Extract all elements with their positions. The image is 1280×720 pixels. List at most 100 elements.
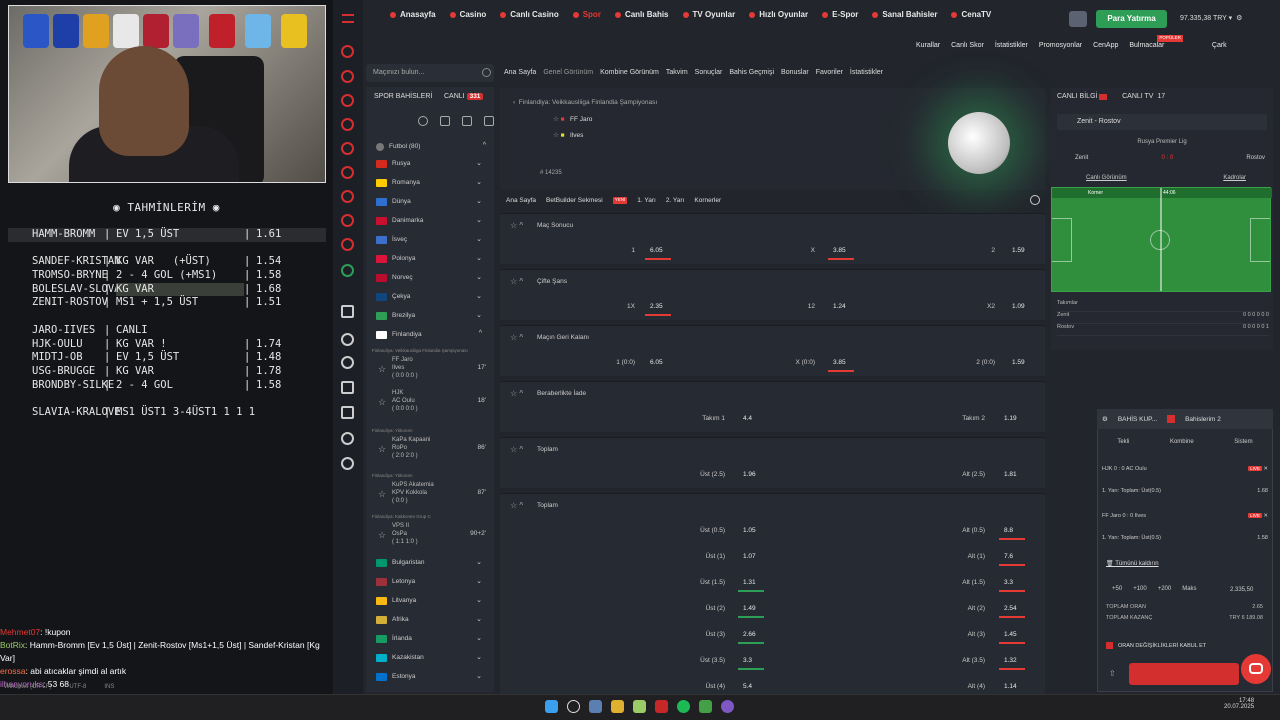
country-item[interactable]: Danimarka ⌄ (376, 211, 486, 230)
match-tab[interactable]: 1. Yarı (637, 197, 656, 204)
app-icon[interactable] (655, 700, 668, 713)
odds-button[interactable]: 1.96 (743, 471, 756, 478)
sport-icon[interactable] (341, 238, 354, 251)
market-title[interactable]: Toplam (500, 438, 1045, 462)
live-game[interactable]: Finlandiya: Ykkonen ☆ 86' KaPa Kapaani RoPo (… (372, 428, 490, 460)
sport-icon[interactable] (341, 432, 354, 445)
sports-tab[interactable]: İstatistikler (850, 69, 883, 76)
sport-icon[interactable] (341, 457, 354, 470)
globe-icon[interactable] (418, 116, 428, 126)
live-match-select[interactable]: Zenit - Rostov (1057, 114, 1267, 130)
odds-button[interactable]: 2.54 (1004, 605, 1017, 612)
sport-icon[interactable] (341, 166, 354, 179)
odds-button[interactable]: 2.66 (743, 631, 756, 638)
sport-icon[interactable] (341, 305, 354, 318)
odds-button[interactable]: 2.35 (650, 303, 663, 310)
deposit-button[interactable]: Para Yatırma (1096, 10, 1167, 28)
live-tab[interactable]: CANLI 331 (444, 93, 484, 100)
close-icon[interactable]: ✕ (1262, 466, 1268, 472)
menu-icon[interactable] (342, 14, 354, 23)
stake-chip[interactable]: +50 (1112, 586, 1122, 592)
country-item[interactable]: Afrika ⌄ (376, 610, 486, 629)
stake-chip[interactable]: Maks (1182, 586, 1196, 592)
sport-icon[interactable] (341, 406, 354, 419)
live-tv-tab[interactable]: CANLI TV 17 (1122, 93, 1165, 100)
odds-button[interactable]: 1.24 (833, 303, 846, 310)
messages-icon[interactable] (1069, 11, 1087, 27)
country-item[interactable]: Litvanya ⌄ (376, 591, 486, 610)
my-bets-tab[interactable]: Bahislerim 2 (1185, 416, 1221, 423)
country-item[interactable]: Letonya ⌄ (376, 572, 486, 591)
market-title[interactable]: Maçın Geri Kalanı (500, 326, 1045, 350)
gear-icon[interactable]: ⚙ (1102, 415, 1108, 423)
nav-item[interactable]: E-Spor (822, 10, 858, 19)
country-item[interactable]: Estonya ⌄ (376, 667, 486, 686)
stake-input[interactable]: 2.335,50 (1230, 587, 1253, 593)
stake-chip[interactable]: +200 (1158, 586, 1172, 592)
app-icon[interactable] (589, 700, 602, 713)
sport-icon[interactable] (341, 356, 354, 369)
sports-tab[interactable]: Favoriler (816, 69, 843, 76)
match-search-input[interactable]: Maçınızı bulun... (366, 64, 494, 82)
odds-button[interactable]: 1.14 (1004, 683, 1017, 690)
live-game[interactable]: ☆ 18' HJK AC Oulu ( 0:0 0:0 ) (372, 389, 490, 413)
app-icon[interactable] (721, 700, 734, 713)
country-item[interactable]: İsveç ⌄ (376, 230, 486, 249)
breadcrumb[interactable]: ‹ Finlandiya: Veikkausliiga Finlandia Şa… (513, 99, 657, 106)
place-bet-button[interactable] (1129, 663, 1239, 685)
sports-tab[interactable]: Ana Sayfa (504, 69, 536, 76)
odds-button[interactable]: 3.85 (833, 247, 846, 254)
match-tab[interactable]: Ana Sayfa (506, 197, 536, 204)
odds-button[interactable]: 1.19 (1004, 415, 1017, 422)
odds-button[interactable]: 4.4 (743, 415, 752, 422)
star-icon[interactable]: ☆ (378, 530, 386, 541)
sport-icon[interactable] (341, 381, 354, 394)
app-icon[interactable] (677, 700, 690, 713)
country-item[interactable]: Polonya ⌄ (376, 249, 486, 268)
star-icon[interactable]: ☆ (378, 397, 386, 408)
sports-tab[interactable]: Bahis Geçmişi (729, 69, 774, 76)
grid-icon[interactable] (462, 116, 472, 126)
nav-item[interactable]: Anasayfa (390, 10, 436, 19)
odds-button[interactable]: 1.32 (1004, 657, 1017, 664)
country-item[interactable]: İrlanda ⌄ (376, 629, 486, 648)
odds-button[interactable]: 1.31 (743, 579, 756, 586)
odds-button[interactable]: 1.59 (1012, 359, 1025, 366)
sport-icon[interactable] (341, 70, 354, 83)
nav-item[interactable]: Spor (573, 10, 601, 19)
sport-icon[interactable] (341, 214, 354, 227)
sport-icon[interactable] (341, 142, 354, 155)
odds-button[interactable]: 8.8 (1004, 527, 1013, 534)
nav-item[interactable]: Canlı Casino (500, 10, 558, 19)
lineups-link[interactable]: Kadrolar (1223, 175, 1246, 181)
betslip-mode-tab[interactable]: Tekli (1117, 439, 1129, 445)
search-icon[interactable] (567, 700, 580, 713)
system-clock[interactable]: 17:48 20.07.2025 (1224, 698, 1254, 710)
sports-bets-tab[interactable]: SPOR BAHİSLERİ (374, 93, 432, 100)
nav-item[interactable]: Hızlı Oyunlar (749, 10, 808, 19)
star-icon[interactable]: ☆ (378, 364, 386, 375)
odds-button[interactable]: 1.05 (743, 527, 756, 534)
balance[interactable]: 97.335,38 TRY ▾ ⚙ (1180, 14, 1242, 22)
sports-tab[interactable]: Kombine Görünüm (600, 69, 659, 76)
remove-all-link[interactable]: 🗑 Tümünü kaldırın (1106, 560, 1159, 567)
live-game[interactable]: Finlandiya: Ykkonen ☆ 87' KuPS Akatemia KPV … (372, 473, 490, 505)
nav-item[interactable]: TV Oyunlar (683, 10, 736, 19)
market-title[interactable]: Toplam (500, 494, 1045, 518)
app-icon[interactable] (611, 700, 624, 713)
market-title[interactable]: Beraberlikte İade (500, 382, 1045, 406)
country-item[interactable]: Norveç ⌄ (376, 268, 486, 287)
app-icon[interactable] (633, 700, 646, 713)
subnav-item[interactable]: CenApp (1093, 42, 1118, 49)
sport-icon[interactable] (341, 118, 354, 131)
chat-support-icon[interactable] (1241, 654, 1271, 684)
subnav-item[interactable]: İstatistikler (995, 42, 1028, 49)
odds-button[interactable]: 7.6 (1004, 553, 1013, 560)
sport-icon[interactable] (341, 190, 354, 203)
live-info-tab[interactable]: CANLI BİLGİ (1057, 93, 1108, 100)
country-item[interactable]: Çekya ⌄ (376, 287, 486, 306)
list-icon[interactable] (440, 116, 450, 126)
betslip-tab[interactable]: BAHİS KUP... (1118, 416, 1157, 423)
country-item[interactable]: Bulgaristan ⌄ (376, 553, 486, 572)
live-view-link[interactable]: Canlı Görünüm (1086, 175, 1127, 181)
